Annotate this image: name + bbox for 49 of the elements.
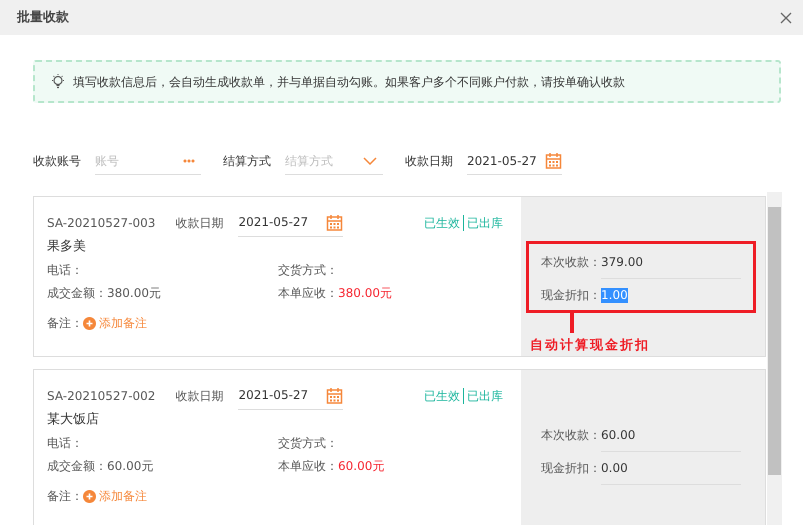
- phone-label: 电话：: [47, 436, 84, 452]
- amount-text: 成交金额：60.00元: [47, 459, 154, 474]
- notice-text: 填写收款信息后，会自动生成收款单，并与单据自动勾账。如果客户多个不同账户付款，请按单确认收款: [73, 74, 625, 90]
- field-label: 现金折扣：: [541, 288, 601, 303]
- close-icon[interactable]: [779, 10, 793, 24]
- phone-label: 电话：: [47, 263, 84, 278]
- calendar-icon[interactable]: [326, 214, 344, 231]
- scrollbar[interactable]: [767, 192, 782, 525]
- chevron-down-icon[interactable]: [363, 156, 377, 164]
- receivable-amount: 60.00元: [338, 459, 384, 474]
- status-tag: 已出库: [467, 216, 503, 230]
- lightbulb-icon: [51, 74, 65, 89]
- input-field[interactable]: 379.00: [601, 246, 741, 279]
- calendar-icon[interactable]: [545, 152, 562, 169]
- field-label: 本次收款：: [541, 255, 601, 270]
- plus-icon: [83, 317, 96, 330]
- field-label: 收款日期: [175, 388, 224, 404]
- annotation-text: 自动计算现金折扣: [530, 338, 650, 354]
- field-label: 收款日期: [405, 153, 453, 170]
- date-field[interactable]: 2021-05-27: [238, 382, 344, 410]
- field-label: 现金折扣：: [541, 461, 601, 476]
- order-number: SA-20210527-002: [47, 388, 156, 404]
- customer-name: 某大饭店: [47, 412, 100, 428]
- field-label: 本次收款：: [541, 428, 601, 443]
- scrollbar-thumb[interactable]: [768, 207, 781, 475]
- receivable-label: 本单应收：: [278, 459, 338, 474]
- status-tag: 已生效: [424, 388, 460, 404]
- input-field[interactable]: 0.00: [601, 452, 741, 485]
- field-label: 结算方式: [223, 153, 271, 170]
- input-field[interactable]: 60.00: [601, 419, 741, 452]
- status-tag: 已生效: [424, 216, 460, 230]
- plus-icon: [83, 490, 96, 504]
- field-label: 收款日期: [175, 216, 224, 230]
- customer-name: 果多美: [47, 239, 87, 256]
- amount-text: 成交金额：380.00元: [47, 286, 162, 302]
- delivery-label: 交货方式：: [278, 436, 339, 452]
- order-number: SA-20210527-003: [47, 216, 156, 230]
- calendar-icon[interactable]: [326, 387, 344, 404]
- more-icon[interactable]: [183, 158, 195, 162]
- remark-label: 备注：: [47, 316, 83, 332]
- input-field[interactable]: 2021-05-27: [467, 147, 562, 175]
- dialog-title: 批量收款: [17, 8, 69, 27]
- field-label: 收款账号: [33, 153, 81, 170]
- delivery-label: 交货方式：: [278, 263, 339, 278]
- date-field[interactable]: 2021-05-27: [238, 209, 344, 237]
- status-tag: 已出库: [467, 388, 503, 404]
- receivable-amount: 380.00元: [338, 286, 392, 302]
- receivable-label: 本单应收：: [278, 286, 338, 302]
- remark-label: 备注：: [47, 489, 83, 504]
